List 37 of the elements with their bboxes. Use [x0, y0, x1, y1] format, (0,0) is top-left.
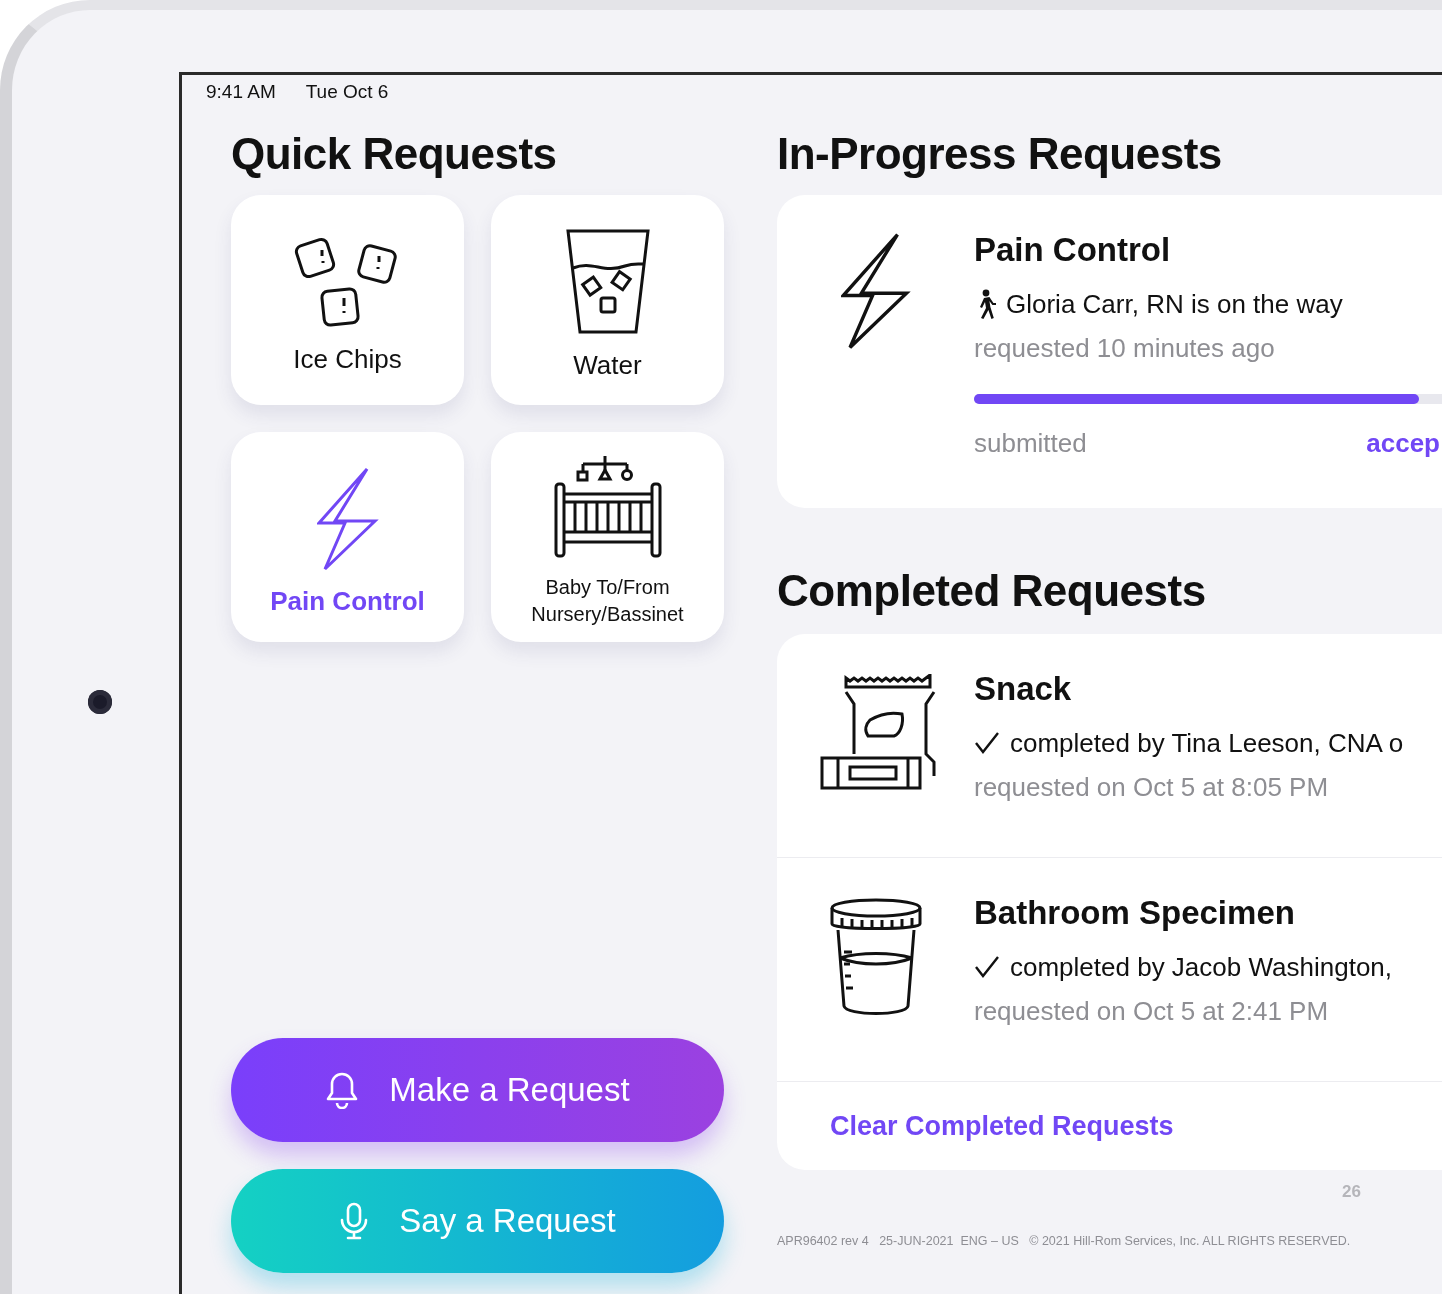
camera-dot — [88, 690, 112, 714]
status-text: Gloria Carr, RN is on the way — [1006, 288, 1343, 320]
bell-icon — [325, 1071, 360, 1109]
status-time: 9:41 AM — [206, 81, 276, 104]
quick-request-tile[interactable]: Ice Chips — [231, 195, 464, 405]
clear-completed-link[interactable]: Clear Completed Requests — [777, 1082, 1442, 1170]
status-date: Tue Oct 6 — [305, 81, 389, 104]
glass-of-water-icon — [564, 227, 651, 336]
request-title: Bathroom Specimen — [974, 894, 1296, 933]
requested-time: requested on Oct 5 at 8:05 PM — [974, 772, 1330, 803]
request-title: Pain Control — [974, 231, 1172, 270]
quick-request-tile[interactable]: Baby To/From Nursery/Bassinet — [491, 432, 724, 642]
quick-request-tile[interactable]: Pain Control — [231, 432, 464, 642]
tile-label: Ice Chips — [292, 343, 403, 375]
lightning-bolt-icon — [840, 231, 911, 351]
tile-label: Pain Control — [269, 585, 426, 617]
progress-step: submitted — [974, 428, 1087, 459]
tile-label: Baby To/From Nursery/Bassinet — [530, 575, 685, 627]
request-button[interactable]: Make a Request — [231, 1038, 724, 1142]
checkmark-icon — [974, 731, 1000, 755]
section-title: In-Progress Requests — [777, 128, 1223, 180]
request-title: Snack — [974, 670, 1073, 709]
section-title: Quick Requests — [231, 128, 558, 180]
requested-time: requested on Oct 5 at 2:41 PM — [974, 996, 1330, 1027]
microphone-icon — [339, 1202, 370, 1240]
quick-request-tile[interactable]: Water — [491, 195, 724, 405]
status-text: completed by Tina Leeson, CNA o — [1010, 727, 1404, 759]
status-text: completed by Jacob Washington, — [1010, 951, 1393, 983]
page-number: 26 — [1341, 1182, 1361, 1202]
requested-time: requested 10 minutes ago — [974, 333, 1276, 364]
checkmark-icon — [974, 955, 1000, 979]
crib-with-mobile-icon — [552, 454, 663, 560]
legal-notice: APR96402 rev 4 25-JUN-2021 ENG – US © 2021 Hill-Rom Services, Inc. ALL RIGHTS RESERVED. — [777, 1234, 1352, 1248]
lightning-bolt-icon — [316, 465, 379, 572]
tile-label: Water — [572, 349, 643, 381]
progress-step: accep — [1366, 428, 1440, 459]
section-title: Completed Requests — [777, 565, 1207, 617]
